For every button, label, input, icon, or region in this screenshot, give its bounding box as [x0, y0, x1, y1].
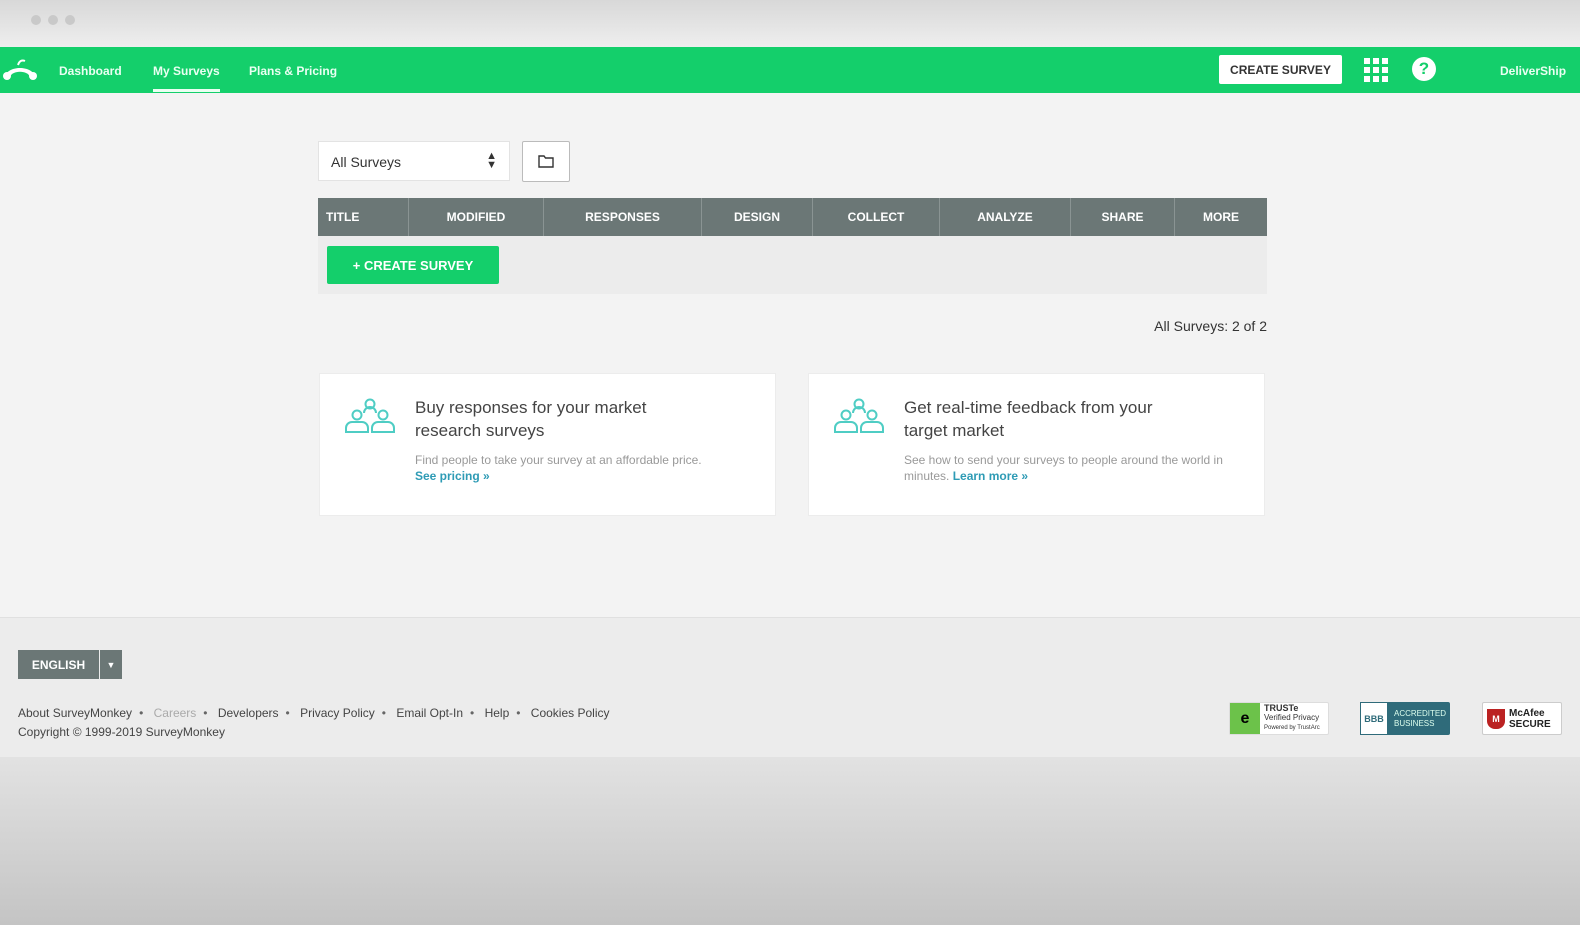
column-design[interactable]: DESIGN: [702, 198, 813, 236]
footer-link-email-opt-in[interactable]: Email Opt-In: [396, 706, 463, 720]
window-minimize-button[interactable]: [48, 15, 58, 25]
survey-filter-select[interactable]: All Surveys ▲ ▼: [318, 141, 510, 181]
footer-link-about[interactable]: About SurveyMonkey: [18, 706, 132, 720]
footer-link-developers[interactable]: Developers: [218, 706, 279, 720]
apps-grid-icon[interactable]: [1364, 58, 1388, 82]
survey-table-header: TITLE MODIFIED RESPONSES DESIGN COLLECT …: [318, 198, 1267, 236]
bbb-logo-icon: BBB: [1360, 702, 1388, 735]
footer: ENGLISH ▼ About SurveyMonkey • Careers • De…: [0, 617, 1580, 757]
truste-badge[interactable]: e TRUSTe Verified Privacy Powered by Trust…: [1229, 702, 1329, 735]
promo-description: Find people to take your survey at an af…: [415, 453, 702, 467]
window-zoom-button[interactable]: [65, 15, 75, 25]
nav-dashboard[interactable]: Dashboard: [59, 64, 122, 78]
sort-arrows-icon: ▲ ▼: [486, 150, 497, 171]
top-nav: Dashboard My Surveys Plans & Pricing CRE…: [0, 47, 1580, 93]
promo-card-feedback: Get real-time feedback from your target …: [808, 373, 1265, 516]
column-collect[interactable]: COLLECT: [813, 198, 940, 236]
page-backdrop: [0, 757, 1580, 925]
help-icon[interactable]: ?: [1412, 57, 1436, 81]
surveymonkey-logo-icon[interactable]: [3, 59, 37, 81]
create-survey-nav-button[interactable]: CREATE SURVEY: [1219, 55, 1342, 84]
column-more[interactable]: MORE: [1175, 198, 1267, 236]
language-label: ENGLISH: [18, 650, 99, 679]
bbb-text: ACCREDITED BUSINESS: [1394, 708, 1447, 728]
folder-button[interactable]: [522, 141, 570, 182]
column-title[interactable]: TITLE: [318, 198, 409, 236]
column-responses[interactable]: RESPONSES: [544, 198, 702, 236]
see-pricing-link[interactable]: See pricing »: [415, 469, 490, 483]
survey-filter-value: All Surveys: [331, 154, 402, 170]
bbb-badge[interactable]: BBB ACCREDITED BUSINESS: [1360, 702, 1450, 735]
column-share[interactable]: SHARE: [1071, 198, 1175, 236]
people-group-icon: [345, 398, 395, 433]
window-close-button[interactable]: [31, 15, 41, 25]
survey-count: All Surveys: 2 of 2: [1154, 318, 1267, 334]
mcafee-badge[interactable]: M McAfee SECURE: [1482, 702, 1562, 735]
caret-down-icon[interactable]: ▼: [100, 650, 122, 679]
account-menu[interactable]: DeliverShip: [1500, 64, 1566, 78]
truste-text: TRUSTe: [1264, 703, 1299, 713]
footer-links: About SurveyMonkey • Careers • Developers •…: [18, 706, 610, 720]
promo-title: Get real-time feedback from your target …: [904, 398, 1153, 440]
window-titlebar: [0, 0, 1580, 47]
nav-plans-pricing[interactable]: Plans & Pricing: [249, 64, 337, 78]
copyright: Copyright © 1999-2019 SurveyMonkey: [18, 725, 225, 739]
people-group-icon: [834, 398, 884, 433]
column-modified[interactable]: MODIFIED: [409, 198, 544, 236]
promo-title: Buy responses for your market research s…: [415, 398, 647, 440]
truste-logo-icon: e: [1230, 703, 1260, 734]
survey-table-body: + CREATE SURVEY: [318, 236, 1267, 294]
footer-link-privacy[interactable]: Privacy Policy: [300, 706, 375, 720]
nav-my-surveys[interactable]: My Surveys: [153, 64, 220, 92]
footer-link-cookies[interactable]: Cookies Policy: [531, 706, 610, 720]
column-analyze[interactable]: ANALYZE: [940, 198, 1071, 236]
language-select[interactable]: ENGLISH ▼: [18, 650, 122, 679]
mcafee-text: McAfee SECURE: [1509, 707, 1551, 730]
folder-icon: [538, 155, 554, 168]
promo-card-buy-responses: Buy responses for your market research s…: [319, 373, 776, 516]
mcafee-shield-icon: M: [1487, 708, 1505, 729]
learn-more-link[interactable]: Learn more »: [953, 469, 1028, 483]
truste-sub: Verified Privacy: [1264, 713, 1320, 722]
footer-link-careers[interactable]: Careers: [154, 706, 197, 720]
truste-powered: Powered by TrustArc: [1264, 725, 1320, 731]
create-survey-button[interactable]: + CREATE SURVEY: [327, 246, 499, 284]
footer-link-help[interactable]: Help: [485, 706, 510, 720]
